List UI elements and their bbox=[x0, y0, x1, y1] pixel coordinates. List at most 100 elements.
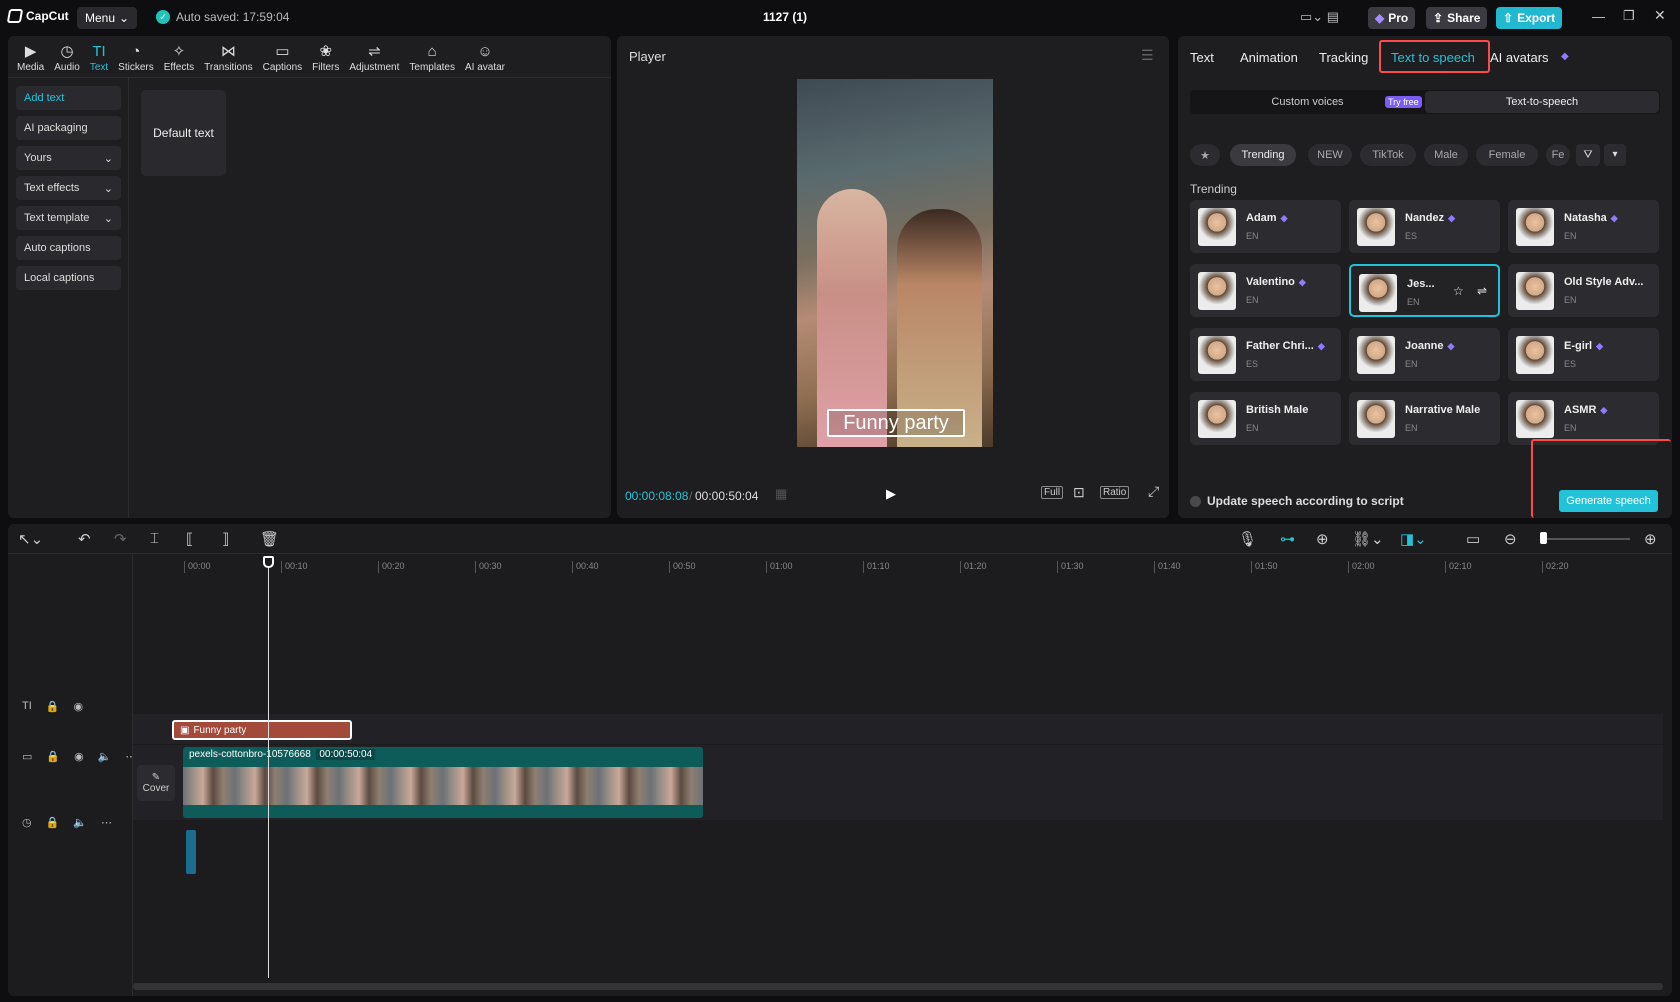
caption-track-icon[interactable]: ▭ bbox=[1466, 530, 1480, 548]
link-icon[interactable]: ⊶ bbox=[1280, 530, 1295, 548]
redo-icon[interactable]: ↷ bbox=[114, 530, 127, 548]
lock-icon[interactable]: 🔒 bbox=[46, 750, 60, 763]
sidebar-item-local-captions[interactable]: Local captions bbox=[16, 266, 121, 290]
chip-male[interactable]: Male bbox=[1424, 144, 1468, 166]
select-tool-icon[interactable]: ↖⌄ bbox=[18, 530, 43, 548]
share-button[interactable]: ⇪ Share bbox=[1426, 7, 1488, 29]
split-right-icon[interactable]: ⟧ bbox=[222, 530, 229, 548]
tool-filters[interactable]: ❀ Filters bbox=[307, 36, 344, 76]
tool-adjustment[interactable]: ⇌ Adjustment bbox=[344, 36, 404, 76]
text-to-speech-subtab[interactable]: Text-to-speech bbox=[1425, 91, 1659, 113]
tab-animation[interactable]: Animation bbox=[1240, 50, 1298, 65]
speaker-icon[interactable]: 🔈 bbox=[73, 816, 87, 829]
voice-card[interactable]: Narrative Male EN bbox=[1349, 392, 1500, 445]
split-left-icon[interactable]: ⟦ bbox=[186, 530, 193, 548]
voice-card[interactable]: Nandez ◆ ES bbox=[1349, 200, 1500, 253]
sidebar-item-text-template[interactable]: Text template ⌄ bbox=[16, 206, 121, 230]
voice-card[interactable]: E-girl ◆ ES bbox=[1508, 328, 1659, 381]
player-menu-icon[interactable]: ☰ bbox=[1141, 47, 1154, 64]
zoom-out-icon[interactable]: ⊖ bbox=[1504, 530, 1517, 548]
chip-fe[interactable]: Fe bbox=[1546, 144, 1570, 166]
full-button[interactable]: Full bbox=[1041, 486, 1064, 499]
lock-icon[interactable]: 🔒 bbox=[46, 700, 60, 713]
split-icon[interactable]: ⌶ bbox=[150, 530, 159, 547]
update-speech-checkbox[interactable] bbox=[1190, 495, 1201, 507]
more-icon[interactable]: ⋯ bbox=[101, 816, 112, 829]
tool-effects[interactable]: ✧ Effects bbox=[159, 36, 199, 76]
zoom-fit-icon[interactable]: ⊡ bbox=[1073, 484, 1085, 501]
sidebar-item-yours[interactable]: Yours ⌄ bbox=[16, 146, 121, 170]
voice-card[interactable]: Adam ◆ EN bbox=[1190, 200, 1341, 253]
speaker-icon[interactable]: 🔈 bbox=[98, 750, 112, 763]
video-clip[interactable]: pexels-cottonbro-10576668 00:00:50:04 bbox=[183, 747, 703, 818]
zoom-slider[interactable] bbox=[1540, 538, 1630, 540]
tab-text[interactable]: Text bbox=[1190, 50, 1214, 65]
minimize-icon[interactable]: — bbox=[1592, 9, 1605, 24]
zoom-in-icon[interactable]: ⊕ bbox=[1644, 530, 1657, 548]
audio-clip[interactable] bbox=[186, 830, 196, 874]
tool-stickers[interactable]: ◔ Stickers bbox=[113, 36, 159, 76]
filter-icon[interactable]: ⛛ bbox=[1576, 144, 1600, 166]
tool-ai-avatar[interactable]: ☺ AI avatar bbox=[460, 36, 510, 76]
favorites-star-icon[interactable]: ★ bbox=[1190, 144, 1220, 166]
tool-media[interactable]: ▶ Media bbox=[12, 36, 49, 76]
tab-tracking[interactable]: Tracking bbox=[1319, 50, 1368, 65]
adjust-icon[interactable]: ⇌ bbox=[1477, 284, 1487, 298]
playhead-handle[interactable] bbox=[263, 556, 274, 568]
voice-card[interactable]: Natasha ◆ EN bbox=[1508, 200, 1659, 253]
voice-card[interactable]: Old Style Adv... EN bbox=[1508, 264, 1659, 317]
voice-language: ES bbox=[1405, 231, 1418, 241]
fullscreen-icon[interactable]: ⤢ bbox=[1148, 483, 1159, 500]
layout-icon[interactable]: ▭⌄ ▤ bbox=[1300, 9, 1339, 25]
chip-female[interactable]: Female bbox=[1476, 144, 1538, 166]
timeline-ruler[interactable]: 00:00 00:10 00:20 00:30 00:40 00:50 01:00 01:10… bbox=[184, 558, 1672, 576]
tool-templates[interactable]: ⌂ Templates bbox=[404, 36, 460, 76]
sidebar-item-ai-packaging[interactable]: AI packaging bbox=[16, 116, 121, 140]
voice-card[interactable]: Jes... EN ☆ ⇌ bbox=[1349, 264, 1500, 317]
tool-audio[interactable]: ◷ Audio bbox=[49, 36, 85, 76]
chain-icon[interactable]: ⛓⌄ bbox=[1352, 530, 1384, 548]
microphone-icon[interactable]: 🎙 bbox=[1238, 530, 1257, 548]
voice-card[interactable]: Joanne ◆ EN bbox=[1349, 328, 1500, 381]
tool-transitions[interactable]: ⋈ Transitions bbox=[199, 36, 258, 76]
text-clip[interactable]: ▣ Funny party bbox=[172, 720, 352, 740]
playhead-line[interactable] bbox=[268, 556, 269, 978]
ruler-tick: 01:50 bbox=[1251, 561, 1278, 573]
voice-card[interactable]: Valentino ◆ EN bbox=[1190, 264, 1341, 317]
tool-text[interactable]: TI Text bbox=[85, 36, 113, 76]
snap-icon[interactable]: ⊕ bbox=[1316, 530, 1329, 548]
pro-button[interactable]: ◆ Pro bbox=[1368, 7, 1416, 29]
sidebar-item-add-text[interactable]: Add text bbox=[16, 86, 121, 110]
maximize-icon[interactable]: ❐ bbox=[1623, 8, 1635, 24]
update-speech-option[interactable]: Update speech according to script bbox=[1190, 494, 1404, 508]
timecode-grid-icon[interactable]: ▦ bbox=[775, 486, 787, 502]
favorite-star-icon[interactable]: ☆ bbox=[1453, 284, 1464, 298]
voice-card[interactable]: British Male EN bbox=[1190, 392, 1341, 445]
chip-tiktok[interactable]: TikTok bbox=[1360, 144, 1416, 166]
sidebar-item-auto-captions[interactable]: Auto captions bbox=[16, 236, 121, 260]
eye-icon[interactable]: ◉ bbox=[74, 750, 84, 763]
play-icon[interactable]: ▶ bbox=[886, 486, 900, 501]
ratio-button[interactable]: Ratio bbox=[1100, 486, 1130, 499]
sidebar-item-text-effects[interactable]: Text effects ⌄ bbox=[16, 176, 121, 200]
timeline-scrollbar[interactable] bbox=[133, 983, 1663, 990]
chip-trending[interactable]: Trending bbox=[1230, 144, 1296, 166]
undo-icon[interactable]: ↶ bbox=[78, 530, 91, 548]
chevron-down-icon[interactable]: ▾ bbox=[1604, 144, 1626, 166]
video-preview[interactable]: Funny party bbox=[797, 79, 993, 447]
voice-card[interactable]: Father Chri... ◆ ES bbox=[1190, 328, 1341, 381]
cover-button[interactable]: ✎ Cover bbox=[137, 765, 175, 801]
delete-icon[interactable]: 🗑 bbox=[260, 530, 279, 548]
zoom-slider-knob[interactable] bbox=[1540, 532, 1547, 544]
default-text-card[interactable]: Default text bbox=[141, 90, 226, 176]
chip-new[interactable]: NEW bbox=[1308, 144, 1352, 166]
close-icon[interactable]: ✕ bbox=[1654, 7, 1666, 24]
export-button[interactable]: ⇧ Export bbox=[1496, 7, 1563, 29]
preview-axis-icon[interactable]: ◨⌄ bbox=[1400, 530, 1427, 548]
caption-overlay[interactable]: Funny party bbox=[827, 409, 965, 437]
voice-card[interactable]: ASMR ◆ EN bbox=[1508, 392, 1659, 445]
lock-icon[interactable]: 🔒 bbox=[46, 816, 60, 829]
tab-ai-avatars[interactable]: AI avatars bbox=[1490, 50, 1549, 65]
eye-icon[interactable]: ◉ bbox=[73, 700, 83, 713]
tool-captions[interactable]: ▭ Captions bbox=[258, 36, 307, 76]
